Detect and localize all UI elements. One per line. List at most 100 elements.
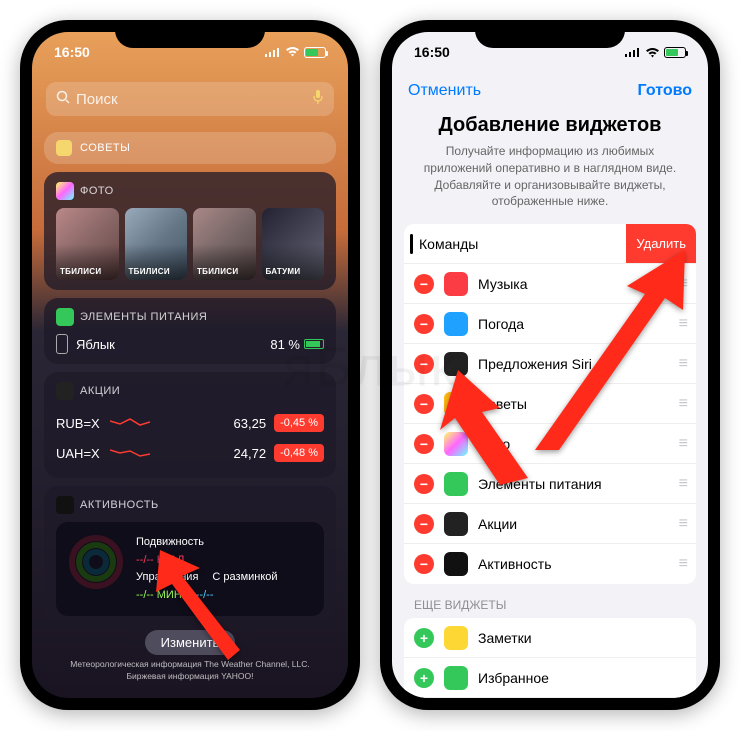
status-time: 16:50 [54,44,90,60]
widget-row[interactable]: − Акции ≡ [404,504,696,544]
widget-row-commands[interactable]: Команды Удалить [404,224,696,264]
photos-icon [444,432,468,456]
lightbulb-icon [56,140,72,156]
activity-label: АКТИВНОСТЬ [80,499,159,511]
widget-row[interactable]: − Советы ≡ [404,384,696,424]
tips-label: СОВЕТЫ [80,142,130,154]
device-name: Яблык [76,337,115,352]
remove-icon[interactable]: − [414,474,434,494]
phone-icon [56,334,68,354]
notch [115,20,265,48]
remove-icon[interactable]: − [414,274,434,294]
photo-thumb[interactable]: ТБИЛИСИ [193,208,256,280]
status-icons [625,47,686,58]
stock-price: 63,25 [234,416,267,431]
favorites-icon [444,666,468,690]
status-time: 16:50 [414,44,450,60]
reorder-icon[interactable]: ≡ [679,435,686,453]
activity-text: Подвижность --/-- ККАЛ УпражненияС разми… [136,534,278,604]
search-input[interactable]: Поиск [46,82,334,116]
drag-indicator-icon [410,234,413,254]
delete-button[interactable]: Удалить [626,224,696,263]
remove-icon[interactable]: − [414,394,434,414]
edit-button[interactable]: Изменить [145,630,236,655]
row-label: Погода [478,316,524,332]
sparkline-icon [110,445,150,461]
signal-icon [265,44,281,60]
reorder-icon[interactable]: ≡ [679,555,686,573]
photo-thumb[interactable]: ТБИЛИСИ [125,208,188,280]
wifi-icon [645,47,660,58]
widget-row[interactable]: − Фото ≡ [404,424,696,464]
page-title: Добавление виджетов [416,114,684,137]
mic-icon[interactable] [312,89,324,109]
reorder-icon[interactable]: ≡ [679,275,686,293]
stocks-icon [444,512,468,536]
notes-icon [444,626,468,650]
widget-row[interactable]: + Избранное [404,658,696,698]
stock-row[interactable]: UAH=X 24,72 -0,48 % [56,438,324,468]
stocks-icon [56,382,74,400]
row-label: Фото [478,436,510,452]
mini-battery-icon [304,339,324,349]
widget-row[interactable]: − Погода ≡ [404,304,696,344]
photos-label: ФОТО [80,185,114,197]
add-widgets-screen: 16:50 Отменить Готово Добавление виджето… [392,32,708,698]
sparkline-icon [110,415,150,431]
reorder-icon[interactable]: ≡ [679,395,686,413]
notch [475,20,625,48]
activity-widget[interactable]: АКТИВНОСТЬ Подвижность --/-- ККАЛ [44,486,336,620]
page-subtitle: Получайте информацию из любимых приложен… [416,143,684,210]
reorder-icon[interactable]: ≡ [679,315,686,333]
activity-icon [444,552,468,576]
done-button[interactable]: Готово [638,82,692,100]
remove-icon[interactable]: − [414,354,434,374]
remove-icon[interactable]: − [414,434,434,454]
status-icons [265,44,326,60]
widget-row[interactable]: + Заметки [404,618,696,658]
row-label: Элементы питания [478,476,602,492]
tips-widget[interactable]: СОВЕТЫ [44,132,336,164]
activity-icon [56,496,74,514]
stock-row[interactable]: RUB=X 63,25 -0,45 % [56,408,324,438]
widget-row[interactable]: − Музыка ≡ [404,264,696,304]
weather-icon [444,312,468,336]
active-widgets-list: Команды Удалить − Музыка ≡ − Погода ≡ − [404,224,696,584]
cancel-button[interactable]: Отменить [408,82,481,100]
reorder-icon[interactable]: ≡ [679,475,686,493]
row-label: Команды [419,236,478,252]
stocks-label: АКЦИИ [80,385,120,397]
widget-row[interactable]: − Активность ≡ [404,544,696,584]
music-icon [444,272,468,296]
stock-price: 24,72 [234,446,267,461]
row-label: Избранное [478,670,549,686]
reorder-icon[interactable]: ≡ [679,515,686,533]
photo-thumb[interactable]: БАТУМИ [262,208,325,280]
remove-icon[interactable]: − [414,554,434,574]
add-icon[interactable]: + [414,628,434,648]
battery-widget[interactable]: ЭЛЕМЕНТЫ ПИТАНИЯ Яблык 81 % [44,298,336,364]
phone-left: 16:50 Поиск [20,20,360,710]
activity-rings-icon [68,534,124,590]
battery-label: ЭЛЕМЕНТЫ ПИТАНИЯ [80,311,207,323]
add-icon[interactable]: + [414,668,434,688]
widget-row[interactable]: − Предложения Siri ≡ [404,344,696,384]
reorder-icon[interactable]: ≡ [679,355,686,373]
phone-right: 16:50 Отменить Готово Добавление виджето… [380,20,720,710]
wifi-icon [285,44,300,60]
tips-icon [444,392,468,416]
siri-icon [444,352,468,376]
photo-thumb[interactable]: ТБИЛИСИ [56,208,119,280]
stocks-widget[interactable]: АКЦИИ RUB=X 63,25 -0,45 % UAH=X 24,72 -0… [44,372,336,478]
remove-icon[interactable]: − [414,314,434,334]
photos-icon [56,182,74,200]
today-view-screen: 16:50 Поиск [32,32,348,698]
stock-change: -0,48 % [274,444,324,462]
stock-sym: RUB=X [56,416,100,431]
footer-text: Метеорологическая информация The Weather… [32,659,348,691]
more-widgets-label: ЕЩЕ ВИДЖЕТЫ [392,598,708,618]
remove-icon[interactable]: − [414,514,434,534]
widget-row[interactable]: − Элементы питания ≡ [404,464,696,504]
battery-icon [304,47,326,58]
photos-widget[interactable]: ФОТО ТБИЛИСИ ТБИЛИСИ ТБИЛИСИ БАТУМИ [44,172,336,290]
